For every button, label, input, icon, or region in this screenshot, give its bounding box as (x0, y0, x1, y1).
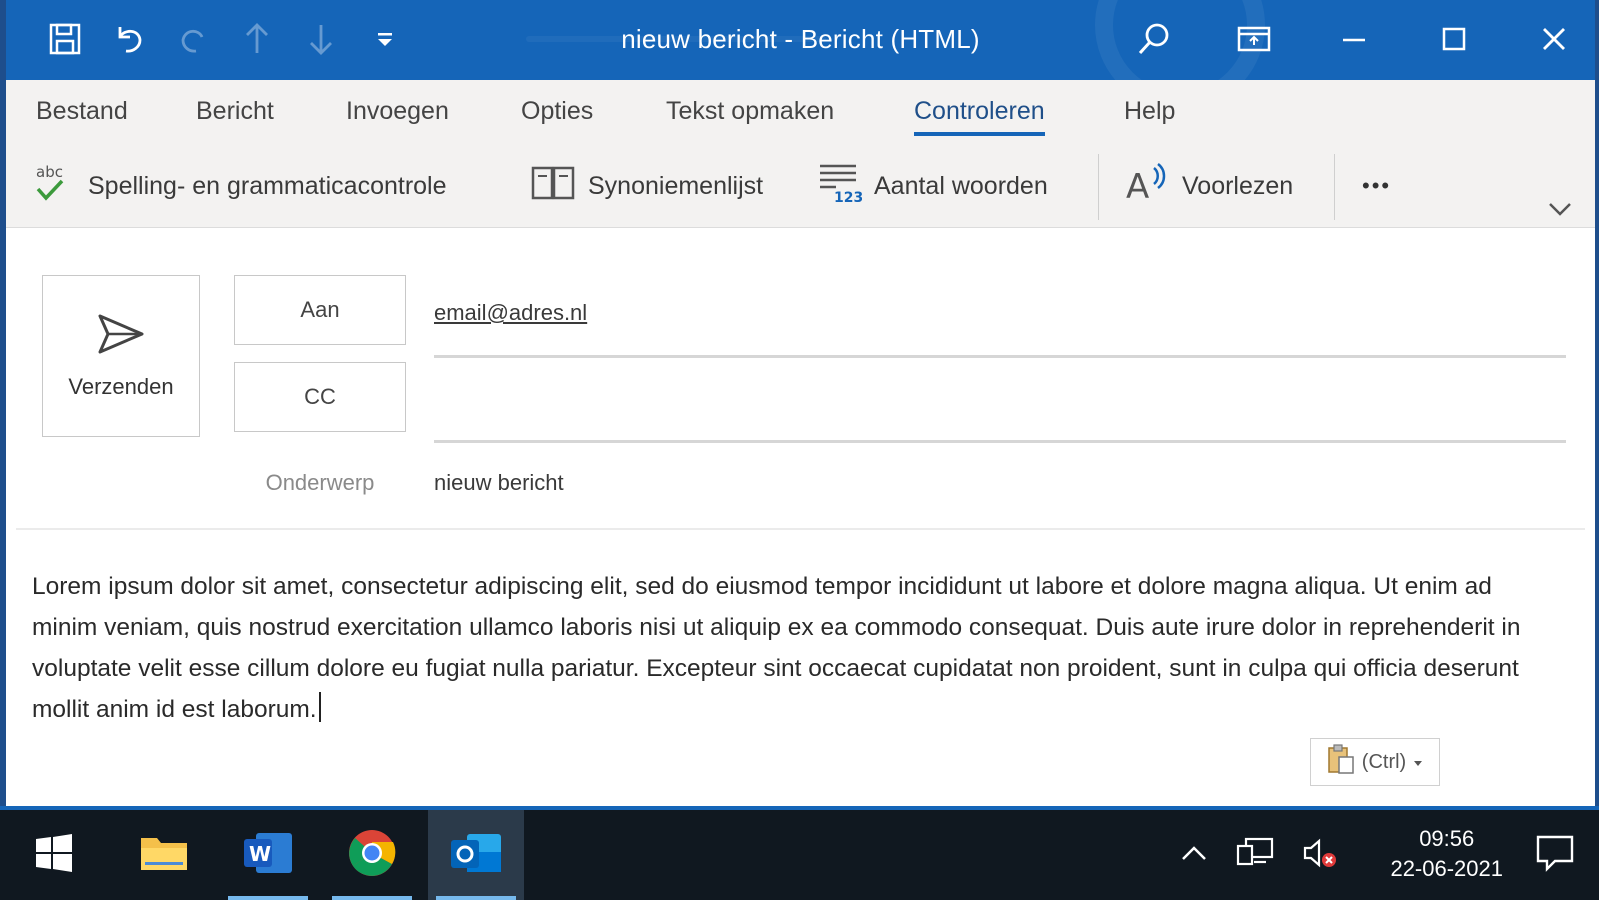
spelling-label: Spelling- en grammaticacontrole (88, 171, 447, 200)
svg-text:A: A (1126, 167, 1149, 206)
outlook-app-icon (449, 830, 503, 880)
system-tray (1180, 810, 1338, 900)
minimize-icon[interactable] (1333, 18, 1375, 60)
cc-field-underline (434, 440, 1566, 443)
start-button[interactable] (6, 810, 102, 900)
folder-icon (139, 832, 189, 878)
tab-tekst-opmaken[interactable]: Tekst opmaken (666, 97, 834, 126)
to-field-underline (434, 355, 1566, 358)
chevron-down-icon[interactable] (1547, 200, 1573, 222)
search-icon[interactable] (1133, 18, 1175, 60)
tab-bestand[interactable]: Bestand (36, 97, 128, 126)
svg-text:abc: abc (36, 163, 63, 181)
svg-text:W: W (249, 842, 271, 866)
system-clock[interactable]: 09:56 22-06-2021 (1390, 824, 1503, 884)
ribbon-tabs: Bestand Bericht Invoegen Opties Tekst op… (6, 80, 1595, 148)
taskbar-chrome[interactable] (324, 810, 420, 900)
cc-button[interactable]: CC (234, 362, 406, 432)
thesaurus-button[interactable]: Synoniemenlijst (530, 160, 763, 212)
running-indicator (332, 896, 412, 900)
more-commands-button[interactable]: ••• (1362, 160, 1391, 212)
taskbar-word[interactable]: W (220, 810, 316, 900)
ribbon-display-options-icon[interactable] (1233, 18, 1275, 60)
word-count-button[interactable]: 123 Aantal woorden (816, 160, 1048, 212)
send-icon (96, 312, 146, 360)
running-indicator (228, 896, 308, 900)
action-center[interactable] (1535, 810, 1575, 900)
paste-icon (1326, 743, 1356, 781)
taskbar-outlook[interactable] (428, 810, 524, 900)
to-field[interactable]: email@adres.nl (434, 300, 587, 326)
volume-muted-icon[interactable] (1302, 836, 1338, 874)
window-controls (1133, 18, 1575, 60)
maximize-icon[interactable] (1433, 18, 1475, 60)
read-aloud-icon: A (1124, 160, 1170, 213)
notification-icon (1535, 834, 1575, 876)
send-button[interactable]: Verzenden (42, 275, 200, 437)
tab-controleren[interactable]: Controleren (914, 97, 1045, 136)
windows-start-icon (34, 833, 74, 877)
clock-date: 22-06-2021 (1390, 856, 1503, 881)
word-count-label: Aantal woorden (874, 171, 1048, 200)
network-icon[interactable] (1236, 836, 1274, 874)
thesaurus-label: Synoniemenlijst (588, 171, 764, 200)
message-body-text: Lorem ipsum dolor sit amet, consectetur … (32, 573, 1521, 723)
ribbon-commands: abc Spelling- en grammaticacontrole Syno… (6, 148, 1595, 228)
outlook-compose-window: nieuw bericht - Bericht (HTML) Bestand B… (6, 0, 1595, 810)
book-icon (530, 163, 576, 210)
close-icon[interactable] (1533, 18, 1575, 60)
spelling-button[interactable]: abc Spelling- en grammaticacontrole (34, 160, 447, 212)
subject-label: Onderwerp (265, 470, 375, 495)
header-divider (16, 528, 1585, 530)
word-app-icon: W (242, 830, 294, 880)
message-body[interactable]: Lorem ipsum dolor sit amet, consectetur … (32, 566, 1552, 730)
subject-field[interactable]: nieuw bericht (434, 470, 564, 496)
ribbon-separator (1334, 154, 1335, 220)
tab-opties[interactable]: Opties (521, 97, 593, 126)
to-button[interactable]: Aan (234, 275, 406, 345)
svg-text:123: 123 (834, 190, 862, 206)
word-count-icon: 123 (816, 160, 863, 213)
clock-time: 09:56 (1419, 826, 1475, 851)
dropdown-arrow-icon (1412, 751, 1424, 774)
title-bar: nieuw bericht - Bericht (HTML) (6, 0, 1595, 80)
taskbar-file-explorer[interactable] (116, 810, 212, 900)
text-caret (318, 692, 321, 722)
chevron-up-icon[interactable] (1180, 843, 1208, 867)
read-aloud-button[interactable]: A Voorlezen (1124, 160, 1293, 212)
chrome-icon (347, 828, 397, 882)
read-aloud-label: Voorlezen (1182, 171, 1294, 200)
spelling-check-icon: abc (34, 161, 76, 212)
send-label: Verzenden (68, 374, 174, 399)
taskbar: W 09:56 22-06-2021 (0, 810, 1599, 900)
ribbon-separator (1098, 154, 1099, 220)
paste-options-label: (Ctrl) (1361, 750, 1407, 773)
tab-invoegen[interactable]: Invoegen (346, 97, 449, 126)
paste-options-button[interactable]: (Ctrl) (1310, 738, 1440, 786)
tab-bericht[interactable]: Bericht (196, 97, 274, 126)
tab-help[interactable]: Help (1124, 97, 1175, 126)
running-indicator (436, 896, 516, 900)
